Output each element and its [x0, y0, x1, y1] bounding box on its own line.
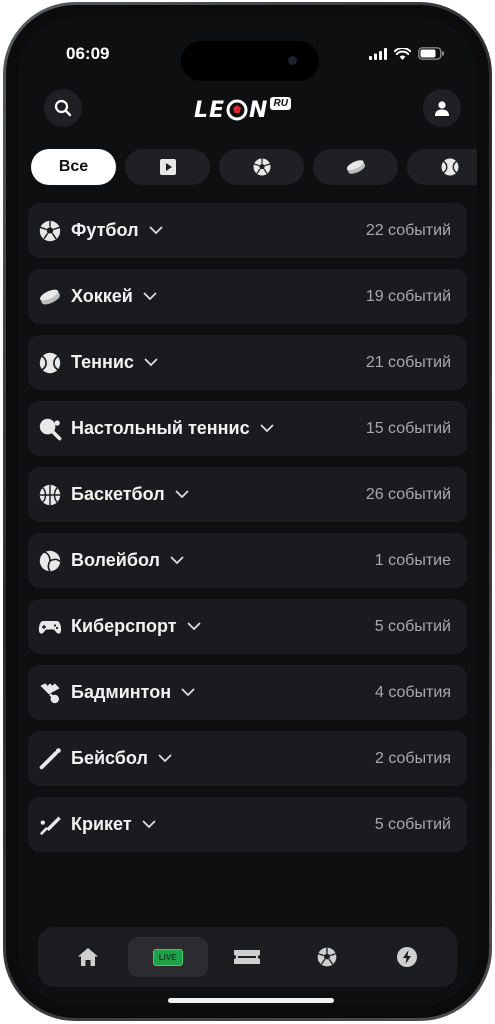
filter-chip-label: Все — [58, 158, 89, 175]
status-bar: 06:09 — [18, 41, 477, 81]
event-count: 2 события — [374, 749, 451, 767]
search-icon — [54, 99, 72, 117]
profile-button[interactable] — [423, 89, 461, 127]
sport-name: Хоккей — [71, 286, 133, 306]
baseball-bat-icon — [38, 747, 62, 771]
app-screen: 06:09 LE N RU Все Футбол 22 событий Хокк… — [18, 17, 477, 1006]
table-tennis-icon — [38, 417, 62, 441]
tab-sports[interactable] — [287, 937, 367, 977]
sport-row-basketball[interactable]: Баскетбол 26 событий — [28, 467, 467, 522]
status-icons — [369, 47, 445, 60]
logo-badge: RU — [270, 97, 291, 110]
filter-chip-football[interactable] — [219, 149, 304, 185]
user-icon — [435, 101, 449, 116]
sport-row-football[interactable]: Футбол 22 событий — [28, 203, 467, 258]
phone-frame: 06:09 LE N RU Все Футбол 22 событий Хокк… — [3, 2, 492, 1021]
app-header: LE N RU — [18, 85, 477, 129]
sport-name: Бадминтон — [71, 682, 172, 702]
tennis-ball-icon — [441, 158, 458, 176]
home-icon — [77, 948, 98, 966]
sport-row-esports[interactable]: Киберспорт 5 событий — [28, 599, 467, 654]
filter-chip-tennis[interactable] — [407, 149, 477, 185]
camera-icon — [288, 56, 297, 65]
cricket-bat-icon — [38, 813, 62, 837]
event-count: 26 событий — [365, 485, 451, 503]
chevron-down-icon — [149, 223, 165, 239]
sport-name: Волейбол — [71, 550, 160, 570]
logo-text-end: N — [249, 97, 269, 123]
chevron-down-icon — [142, 817, 158, 833]
event-count: 19 событий — [365, 287, 451, 305]
event-count: 15 событий — [365, 419, 451, 437]
chevron-down-icon — [143, 289, 159, 305]
soccer-ball-icon — [317, 947, 337, 967]
battery-icon — [418, 47, 444, 60]
tab-live[interactable]: LIVE — [127, 937, 208, 977]
hockey-puck-icon — [346, 160, 365, 174]
sport-name: Киберспорт — [71, 616, 177, 636]
sport-filter-chips: Все — [31, 149, 477, 185]
chevron-down-icon — [170, 553, 186, 569]
sport-row-table-tennis[interactable]: Настольный теннис 15 событий — [28, 401, 467, 456]
hockey-puck-icon — [38, 285, 62, 309]
sport-name: Крикет — [71, 814, 132, 834]
search-button[interactable] — [44, 89, 82, 127]
filter-chip-all[interactable]: Все — [31, 149, 116, 185]
play-icon — [159, 159, 176, 175]
sport-name: Настольный теннис — [71, 418, 250, 438]
sport-row-hockey[interactable]: Хоккей 19 событий — [28, 269, 467, 324]
home-indicator[interactable] — [168, 998, 334, 1003]
shuttlecock-icon — [38, 681, 62, 705]
event-count: 5 событий — [374, 617, 451, 635]
chevron-down-icon — [175, 487, 191, 503]
sport-name: Футбол — [71, 220, 139, 240]
event-count: 1 событие — [374, 551, 451, 569]
chevron-down-icon — [260, 421, 276, 437]
gamepad-icon — [38, 615, 62, 639]
sport-row-baseball[interactable]: Бейсбол 2 события — [28, 731, 467, 786]
volleyball-icon — [38, 549, 62, 573]
event-count: 22 событий — [365, 221, 451, 239]
sport-name: Бейсбол — [71, 748, 148, 768]
chevron-down-icon — [187, 619, 203, 635]
filter-chip-hockey[interactable] — [313, 149, 398, 185]
event-count: 5 событий — [374, 815, 451, 833]
sport-name: Теннис — [71, 352, 134, 372]
basketball-icon — [38, 483, 62, 507]
event-count: 21 событий — [365, 353, 451, 371]
logo-ball-icon — [226, 99, 248, 121]
ticket-icon — [234, 950, 261, 964]
event-count: 4 события — [374, 683, 451, 701]
signal-icon — [369, 47, 387, 60]
tab-promotions[interactable] — [367, 937, 447, 977]
leon-logo[interactable]: LE N RU — [194, 97, 291, 123]
soccer-ball-icon — [38, 219, 62, 243]
bottom-tab-bar: LIVE — [38, 927, 457, 987]
wifi-icon — [394, 47, 411, 60]
sports-list: Футбол 22 событий Хоккей 19 событий Тенн… — [28, 203, 467, 863]
tab-home[interactable] — [48, 937, 128, 977]
chevron-down-icon — [181, 685, 197, 701]
chevron-down-icon — [158, 751, 174, 767]
logo-text: LE — [194, 97, 226, 123]
sport-row-cricket[interactable]: Крикет 5 событий — [28, 797, 467, 852]
filter-chip-video[interactable] — [125, 149, 210, 185]
sport-row-volleyball[interactable]: Волейбол 1 событие — [28, 533, 467, 588]
sport-row-tennis[interactable]: Теннис 21 событий — [28, 335, 467, 390]
dynamic-island — [181, 41, 319, 81]
live-icon: LIVE — [152, 948, 183, 966]
soccer-ball-icon — [253, 158, 270, 176]
status-time: 06:09 — [66, 44, 110, 63]
lightning-icon — [397, 947, 418, 967]
tab-bet-slip[interactable] — [208, 937, 288, 977]
phone-bezel: 06:09 LE N RU Все Футбол 22 событий Хокк… — [6, 5, 489, 1018]
chevron-down-icon — [144, 355, 160, 371]
sport-name: Баскетбол — [71, 484, 165, 504]
tennis-ball-icon — [38, 351, 62, 375]
sport-row-badminton[interactable]: Бадминтон 4 события — [28, 665, 467, 720]
